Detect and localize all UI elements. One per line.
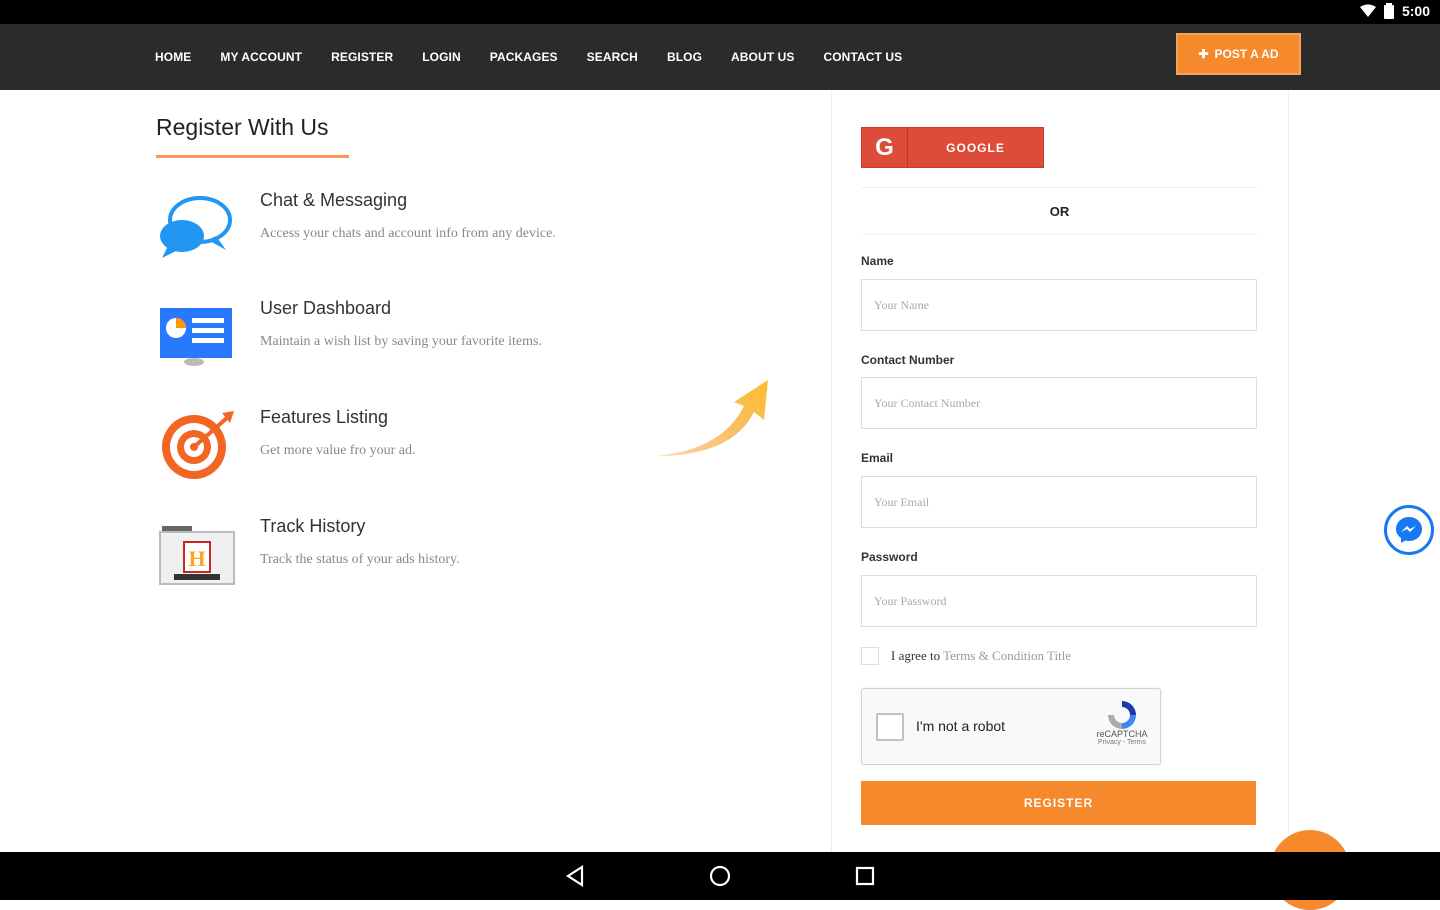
nav-my-account[interactable]: MY ACCOUNT xyxy=(220,50,302,64)
messenger-icon xyxy=(1396,517,1422,543)
nav-about-us[interactable]: ABOUT US xyxy=(731,50,794,64)
email-input[interactable] xyxy=(861,476,1257,528)
system-navigation-bar xyxy=(0,852,1440,900)
wifi-icon xyxy=(1359,4,1376,17)
nav-blog[interactable]: BLOG xyxy=(667,50,702,64)
feature-desc: Access your chats and account info from … xyxy=(260,226,556,241)
back-icon[interactable] xyxy=(564,864,588,888)
recaptcha-checkbox[interactable] xyxy=(876,713,904,741)
nav-home[interactable]: HOME xyxy=(155,50,191,64)
recaptcha-logo: reCAPTCHA Privacy - Terms xyxy=(1092,699,1152,759)
google-label: GOOGLE xyxy=(946,140,1005,155)
recaptcha-icon xyxy=(1108,701,1136,729)
nav-login[interactable]: LOGIN xyxy=(422,50,461,64)
nav-packages[interactable]: PACKAGES xyxy=(490,50,558,64)
messenger-chat-button[interactable] xyxy=(1384,505,1434,555)
recaptcha-links[interactable]: Privacy - Terms xyxy=(1092,739,1152,746)
battery-icon xyxy=(1383,3,1394,19)
terms-link[interactable]: Terms & Condition Title xyxy=(943,648,1071,663)
status-time: 5:00 xyxy=(1401,3,1430,19)
feature-desc: Get more value fro your ad. xyxy=(260,443,416,458)
recaptcha-widget: I'm not a robot reCAPTCHA Privacy - Term… xyxy=(861,688,1161,765)
terms-checkbox[interactable] xyxy=(861,647,879,665)
contact-number-label: Contact Number xyxy=(861,353,955,367)
divider xyxy=(861,187,1258,188)
contact-number-input[interactable] xyxy=(861,377,1257,429)
top-navigation: HOME MY ACCOUNT REGISTER LOGIN PACKAGES … xyxy=(0,24,1440,90)
password-input[interactable] xyxy=(861,575,1257,627)
agree-text: I agree to xyxy=(891,648,941,663)
feature-desc: Maintain a wish list by saving your favo… xyxy=(260,334,542,349)
plus-icon: ✚ xyxy=(1198,47,1209,61)
nav-contact-us[interactable]: CONTACT US xyxy=(823,50,902,64)
feature-history: H Track History Track the status of your… xyxy=(156,516,656,596)
feature-dashboard: User Dashboard Maintain a wish list by s… xyxy=(156,298,656,378)
feature-title: Chat & Messaging xyxy=(260,190,408,210)
status-bar: 5:00 xyxy=(0,0,1440,24)
feature-title: User Dashboard xyxy=(260,298,392,318)
google-signin-button[interactable]: G GOOGLE xyxy=(861,127,1044,168)
feature-chat: Chat & Messaging Access your chats and a… xyxy=(156,190,656,270)
feature-desc: Track the status of your ads history. xyxy=(260,552,460,567)
feature-title: Track History xyxy=(260,516,366,536)
home-icon[interactable] xyxy=(708,864,732,888)
panel-divider-left xyxy=(831,90,832,852)
register-button[interactable]: REGISTER xyxy=(861,781,1256,825)
title-underline xyxy=(156,155,349,158)
name-label: Name xyxy=(861,254,894,268)
google-icon: G xyxy=(862,128,908,167)
panel-divider-right xyxy=(1288,90,1289,852)
divider xyxy=(861,234,1258,235)
email-label: Email xyxy=(861,451,894,465)
name-input[interactable] xyxy=(861,279,1257,331)
recents-icon[interactable] xyxy=(853,864,877,888)
feature-listing: Features Listing Get more value fro your… xyxy=(156,407,656,487)
terms-agreement: I agree to Terms & Condition Title xyxy=(861,647,1071,665)
password-label: Password xyxy=(861,550,918,564)
main-menu: HOME MY ACCOUNT REGISTER LOGIN PACKAGES … xyxy=(155,24,902,90)
page-title: Register With Us xyxy=(156,114,329,140)
nav-register[interactable]: REGISTER xyxy=(331,50,393,64)
nav-search[interactable]: SEARCH xyxy=(587,50,638,64)
history-folder-icon: H xyxy=(159,526,235,585)
svg-text:H: H xyxy=(188,546,205,571)
recaptcha-label: I'm not a robot xyxy=(916,718,1006,734)
curved-arrow-icon xyxy=(656,380,768,456)
post-ad-label: POST A AD xyxy=(1214,47,1279,61)
target-icon xyxy=(162,411,234,479)
post-ad-button[interactable]: ✚ POST A AD xyxy=(1176,33,1301,75)
dashboard-icon xyxy=(160,308,232,366)
chat-bubbles-icon xyxy=(160,196,232,258)
feature-title: Features Listing xyxy=(260,407,389,427)
or-separator: OR xyxy=(1049,204,1070,219)
